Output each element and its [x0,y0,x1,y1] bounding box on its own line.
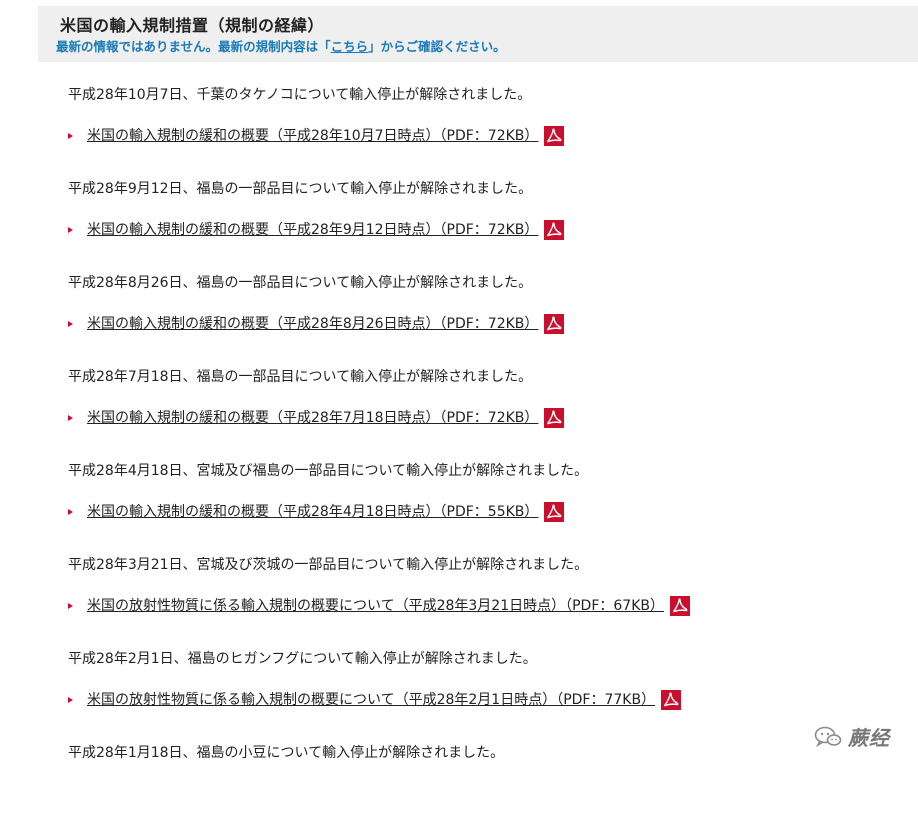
entry-link-row: 米国の輸入規制の緩和の概要（平成28年4月18日時点）（PDF：55KB） [68,501,565,522]
page-title: 米国の輸入規制措置（規制の経緯） [60,16,325,35]
chevron-right-icon [68,133,73,139]
entry-text: 平成28年2月1日、福島のヒガンフグについて輸入停止が解除されました。 [68,651,537,667]
entry-link-row: 米国の輸入規制の緩和の概要（平成28年10月7日時点）（PDF：72KB） [68,125,565,146]
entry-text: 平成28年4月18日、宮城及び福島の一部品目について輸入停止が解除されました。 [68,463,589,479]
chevron-right-icon [68,321,73,327]
latest-info-link[interactable]: こちら [331,39,369,54]
page-header: 米国の輸入規制措置（規制の経緯） 最新の情報ではありません。最新の規制内容は「こ… [38,6,918,62]
pdf-icon[interactable] [661,690,682,710]
watermark-text: 蕨经 [848,726,890,750]
pdf-icon[interactable] [544,314,565,334]
entry-text: 平成28年1月18日、福島の小豆について輸入停止が解除されました。 [68,745,505,761]
notice-prefix: 最新の情報ではありません。最新の規制内容は「 [56,39,331,54]
pdf-link[interactable]: 米国の輸入規制の緩和の概要（平成28年4月18日時点）（PDF：55KB） [87,501,538,521]
pdf-link[interactable]: 米国の輸入規制の緩和の概要（平成28年10月7日時点）（PDF：72KB） [87,125,538,145]
pdf-link[interactable]: 米国の輸入規制の緩和の概要（平成28年8月26日時点）（PDF：72KB） [87,313,538,333]
pdf-icon[interactable] [544,126,565,146]
outdated-notice: 最新の情報ではありません。最新の規制内容は「こちら」からご確認ください。 [56,36,506,55]
chevron-right-icon [68,697,73,703]
pdf-link[interactable]: 米国の放射性物質に係る輸入規制の概要について（平成28年2月1日時点）（PDF：… [87,689,655,709]
pdf-link[interactable]: 米国の輸入規制の緩和の概要（平成28年9月12日時点）（PDF：72KB） [87,219,538,239]
pdf-icon[interactable] [670,596,690,616]
pdf-link[interactable]: 米国の輸入規制の緩和の概要（平成28年7月18日時点）（PDF：72KB） [87,407,538,427]
wechat-icon [814,726,842,747]
pdf-link[interactable]: 米国の放射性物質に係る輸入規制の概要について（平成28年3月21日時点）（PDF… [87,595,664,615]
entry-link-row: 米国の放射性物質に係る輸入規制の概要について（平成28年3月21日時点）（PDF… [68,595,690,616]
chevron-right-icon [68,227,73,233]
pdf-icon[interactable] [544,502,565,522]
chevron-right-icon [68,415,73,421]
entry-link-row: 米国の輸入規制の緩和の概要（平成28年8月26日時点）（PDF：72KB） [68,313,565,334]
notice-suffix: 」からご確認ください。 [368,39,506,54]
entry-text: 平成28年8月26日、福島の一部品目について輸入停止が解除されました。 [68,275,533,291]
entry-link-row: 米国の輸入規制の緩和の概要（平成28年9月12日時点）（PDF：72KB） [68,219,565,240]
entry-link-row: 米国の放射性物質に係る輸入規制の概要について（平成28年2月1日時点）（PDF：… [68,689,682,710]
entry-link-row: 米国の輸入規制の緩和の概要（平成28年7月18日時点）（PDF：72KB） [68,407,565,428]
pdf-icon[interactable] [544,220,565,240]
entry-text: 平成28年3月21日、宮城及び茨城の一部品目について輸入停止が解除されました。 [68,557,589,573]
chevron-right-icon [68,603,73,609]
entry-text: 平成28年9月12日、福島の一部品目について輸入停止が解除されました。 [68,181,533,197]
pdf-icon[interactable] [544,408,565,428]
watermark: 蕨经 [814,722,890,751]
entry-text: 平成28年7月18日、福島の一部品目について輸入停止が解除されました。 [68,369,533,385]
entry-text: 平成28年10月7日、千葉のタケノコについて輸入停止が解除されました。 [68,87,532,103]
chevron-right-icon [68,509,73,515]
